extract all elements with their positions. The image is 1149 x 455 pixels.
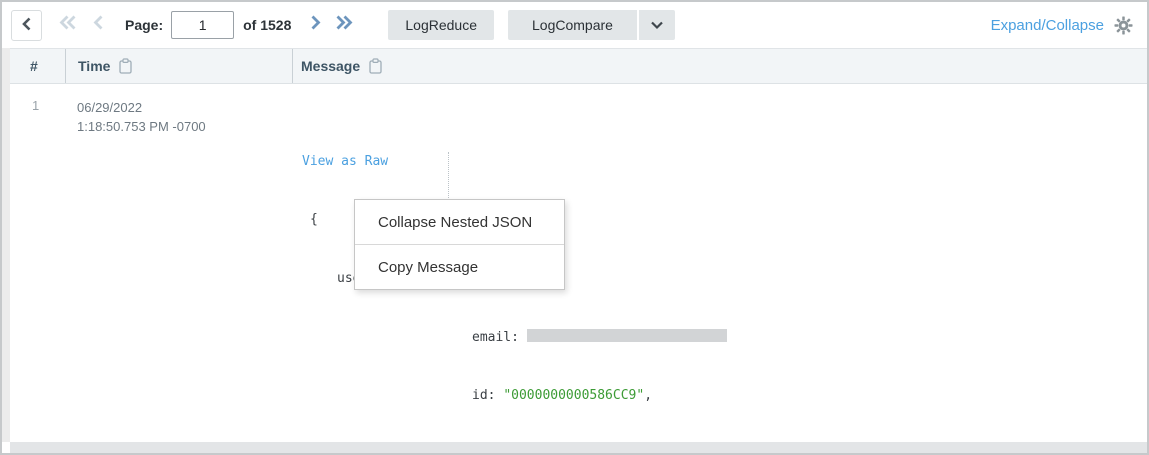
double-chevron-left-icon bbox=[58, 14, 78, 36]
index-header-label: # bbox=[30, 58, 38, 74]
page-label: Page: bbox=[125, 17, 163, 33]
json-key-email: email bbox=[472, 330, 511, 345]
results-table-header: # Time Message bbox=[10, 48, 1147, 84]
copy-message-clipboard-icon[interactable] bbox=[369, 58, 382, 74]
page-total: of 1528 bbox=[243, 17, 291, 33]
chevron-left-icon bbox=[92, 14, 105, 36]
context-menu: Collapse Nested JSON Copy Message bbox=[354, 199, 565, 290]
expand-collapse-link[interactable]: Expand/Collapse bbox=[991, 17, 1104, 34]
column-header-message[interactable]: Message bbox=[292, 49, 1147, 83]
logcompare-split-button: LogCompare bbox=[508, 10, 675, 40]
logcompare-button[interactable]: LogCompare bbox=[508, 10, 637, 40]
chevron-right-icon bbox=[309, 14, 322, 36]
column-header-index: # bbox=[10, 49, 65, 83]
log-results-panel: Page: of 1528 LogReduce LogCompare Expan… bbox=[0, 0, 1149, 455]
menu-item-copy-message[interactable]: Copy Message bbox=[355, 245, 564, 289]
column-header-time[interactable]: Time bbox=[65, 49, 292, 83]
row-time-cell: 06/29/2022 1:18:50.753 PM -0700 bbox=[65, 84, 292, 453]
message-header-label: Message bbox=[301, 58, 360, 74]
vertical-scrollbar[interactable] bbox=[2, 48, 10, 442]
redacted-value-bar bbox=[527, 329, 727, 342]
settings-gear-icon[interactable] bbox=[1114, 16, 1133, 35]
view-as-raw-link[interactable]: View as Raw bbox=[302, 154, 388, 169]
pagination-toolbar: Page: of 1528 LogReduce LogCompare Expan… bbox=[2, 2, 1147, 48]
menu-item-collapse-nested-json[interactable]: Collapse Nested JSON bbox=[355, 200, 564, 244]
page-input[interactable] bbox=[171, 11, 234, 39]
logcompare-dropdown-button[interactable] bbox=[639, 10, 675, 40]
last-page-button[interactable] bbox=[334, 14, 354, 36]
chevron-left-icon bbox=[20, 16, 34, 35]
prev-page-button[interactable] bbox=[92, 14, 105, 36]
logreduce-button[interactable]: LogReduce bbox=[388, 10, 494, 40]
horizontal-scrollbar[interactable] bbox=[10, 442, 1147, 453]
time-header-label: Time bbox=[78, 58, 110, 74]
copy-time-clipboard-icon[interactable] bbox=[119, 58, 132, 74]
back-button[interactable] bbox=[11, 10, 42, 41]
first-page-button[interactable] bbox=[58, 14, 78, 36]
row-time: 1:18:50.753 PM -0700 bbox=[77, 117, 292, 136]
next-page-button[interactable] bbox=[309, 14, 322, 36]
json-open-brace: { bbox=[310, 212, 318, 227]
json-key-id: id bbox=[472, 388, 488, 403]
chevron-down-icon bbox=[650, 18, 664, 33]
row-date: 06/29/2022 bbox=[77, 98, 292, 117]
log-row: 1 06/29/2022 1:18:50.753 PM -0700 View a… bbox=[10, 84, 1147, 453]
double-chevron-right-icon bbox=[334, 14, 354, 36]
row-index: 1 bbox=[10, 84, 65, 453]
json-value-id: "0000000000586CC9" bbox=[503, 388, 644, 403]
